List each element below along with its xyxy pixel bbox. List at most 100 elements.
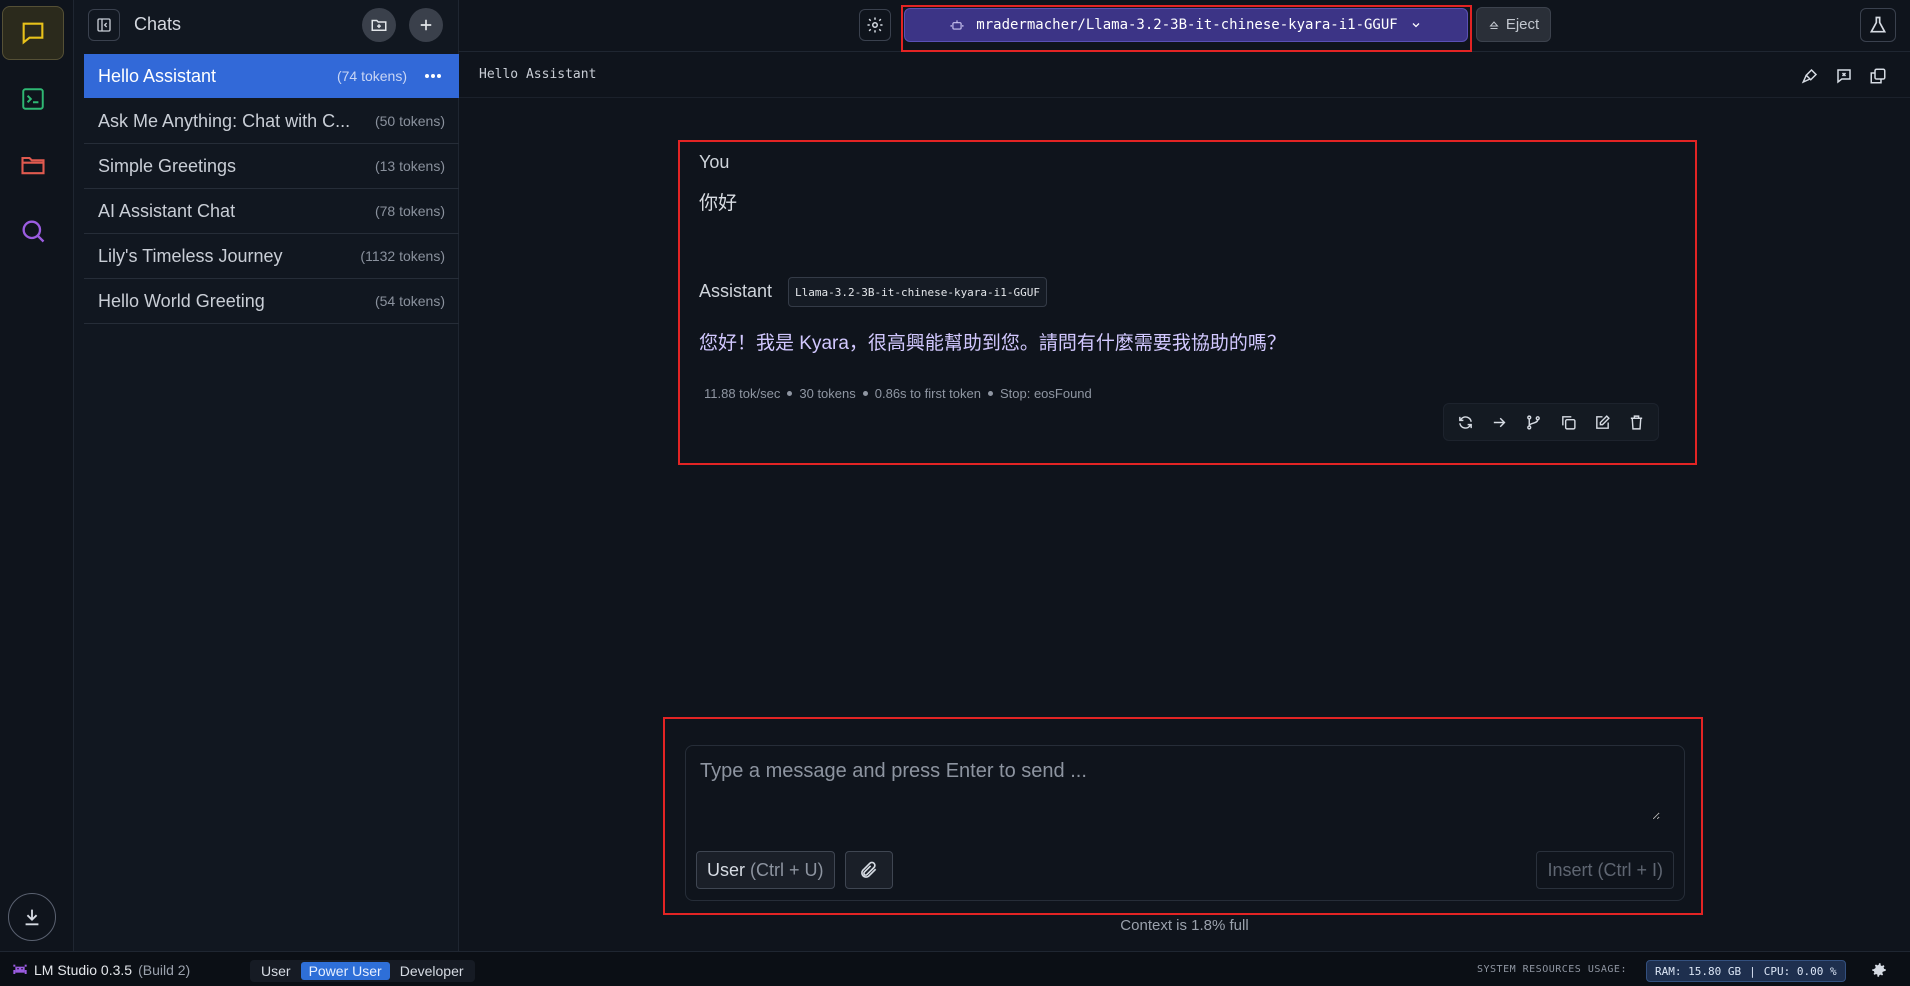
model-selector[interactable]: mradermacher/Llama-3.2-3B-it-chinese-kya… [904,8,1468,42]
insert-label: Insert [1547,859,1593,880]
duplicate-chat-icon[interactable] [1869,67,1887,85]
eject-icon [1489,20,1499,29]
settings-gear-icon[interactable] [1870,961,1888,979]
mode-developer[interactable]: Developer [392,962,472,980]
chat-item-lilys-timeless-journey[interactable]: Lily's Timeless Journey (1132 tokens) [84,234,459,279]
refresh-icon [1458,415,1472,429]
chat-name: AI Assistant Chat [98,200,236,221]
top-bar: mradermacher/Llama-3.2-3B-it-chinese-kya… [459,0,1910,52]
lab-button[interactable] [1860,8,1896,42]
lmstudio-logo-icon [13,964,27,974]
composer: User (Ctrl + U) Insert (Ctrl + I) [685,745,1685,901]
edit-button[interactable] [1588,408,1616,436]
download-button[interactable] [8,893,56,941]
chat-item-ai-assistant-chat[interactable]: AI Assistant Chat (78 tokens) [84,189,459,234]
chat-list: Hello Assistant (74 tokens) Ask Me Anyth… [84,54,459,324]
chat-item-hello-world-greeting[interactable]: Hello World Greeting (54 tokens) [84,279,459,324]
delete-button[interactable] [1623,408,1651,436]
stat-first-token: 0.86s to first token [874,386,981,401]
copy-button[interactable] [1554,408,1582,436]
gear-icon [867,17,883,33]
ram-usage: RAM: 15.80 GB [1655,964,1742,978]
branch-button[interactable] [1520,408,1548,436]
chat-more-button[interactable] [421,66,445,86]
user-role-label: You [699,152,730,172]
chat-tokens: (50 tokens) [374,113,445,129]
chat-item-ask-me-anything[interactable]: Ask Me Anything: Chat with C... (50 toke… [84,99,459,144]
nav-developer-button[interactable] [2,72,64,126]
assistant-role-label: Assistant [699,281,773,301]
chats-sidebar: Chats Hello Assistant (74 tokens) Ask Me… [74,0,459,951]
clear-messages-icon[interactable] [1835,67,1853,85]
sidebar-header: Chats [74,0,459,52]
chevron-down-icon [1412,23,1420,28]
regenerate-button[interactable] [1451,408,1479,436]
arrow-right-icon [1493,417,1506,427]
git-branch-icon [1527,414,1541,430]
nav-models-button[interactable] [2,138,64,192]
nav-search-button[interactable] [2,204,64,258]
generation-stats: 11.88 tok/sec 30 tokens 0.86s to first t… [704,386,1092,401]
plus-icon [420,19,432,31]
role-label: User [707,859,746,880]
eject-label: Eject [1505,16,1540,33]
new-chat-button[interactable] [409,8,443,42]
trash-icon [1631,414,1643,430]
attach-button[interactable] [845,851,893,889]
collapse-sidebar-button[interactable] [88,9,120,41]
chat-tokens: (54 tokens) [374,293,445,309]
chat-name: Hello Assistant [98,65,217,86]
sidebar-title: Chats [134,14,182,34]
mode-user[interactable]: User [253,962,299,980]
model-settings-button[interactable] [859,9,891,41]
stat-tokens: 30 tokens [799,386,856,401]
app-version: LM Studio 0.3.5 (Build 2) [12,962,190,978]
paperclip-icon [861,861,877,878]
chat-title[interactable]: Hello Assistant [479,67,596,82]
separator-dot [987,391,993,396]
stat-stop-reason: Stop: eosFound [999,386,1092,401]
role-shortcut: (Ctrl + U) [750,859,824,880]
role-toggle-button[interactable]: User (Ctrl + U) [696,851,835,889]
edit-icon [1596,414,1610,429]
resources-separator: | [1749,964,1756,978]
chat-tokens: (13 tokens) [374,158,445,174]
eject-button[interactable]: Eject [1476,7,1551,42]
chat-tokens: (78 tokens) [374,203,445,219]
chat-tokens: (74 tokens) [336,68,407,84]
download-icon [25,909,39,926]
terminal-icon [22,88,44,110]
clean-brush-icon[interactable] [1801,67,1819,85]
mode-switch: User Power User Developer [250,960,475,982]
chat-item-simple-greetings[interactable]: Simple Greetings (13 tokens) [84,144,459,189]
context-usage: Context is 1.8% full [1120,917,1249,934]
folder-icon [21,156,45,175]
status-bar: LM Studio 0.3.5 (Build 2) User Power Use… [0,951,1910,986]
chat-icon [22,22,44,45]
resources-label: SYSTEM RESOURCES USAGE: [1477,964,1627,975]
message-actions [1443,403,1659,441]
chat-item-hello-assistant[interactable]: Hello Assistant (74 tokens) [84,54,459,98]
stat-speed: 11.88 tok/sec [704,386,781,401]
model-name: mradermacher/Llama-3.2-3B-it-chinese-kya… [976,17,1398,33]
chat-name: Hello World Greeting [98,290,265,311]
user-message: 你好 [699,193,738,214]
chat-header: Hello Assistant [459,53,1910,98]
insert-shortcut: (Ctrl + I) [1597,859,1664,880]
copy-icon [1561,415,1576,430]
sidebar-collapse-icon [97,18,111,32]
new-folder-button[interactable] [362,8,396,42]
app-build: (Build 2) [138,962,191,978]
chat-name: Simple Greetings [98,155,237,176]
resources-badge[interactable]: RAM: 15.80 GB | CPU: 0.00 % [1646,960,1846,982]
chat-name: Ask Me Anything: Chat with C... [98,110,351,131]
search-icon [22,220,45,243]
folder-plus-icon [371,19,387,31]
message-input[interactable] [700,760,1660,820]
chat-tokens: (1132 tokens) [360,248,445,264]
separator-dot [787,391,793,396]
insert-button[interactable]: Insert (Ctrl + I) [1536,851,1674,889]
continue-button[interactable] [1485,408,1513,436]
nav-chat-button[interactable] [2,6,64,60]
mode-power-user[interactable]: Power User [300,962,390,980]
